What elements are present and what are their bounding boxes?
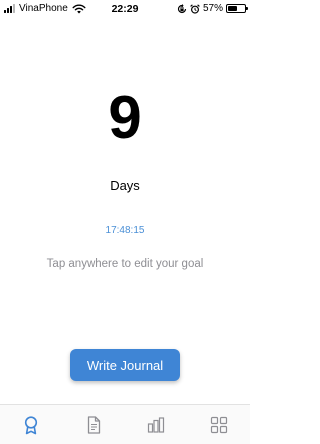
alarm-icon [190, 3, 200, 14]
tab-more[interactable] [188, 405, 251, 444]
tab-stats[interactable] [125, 405, 188, 444]
streak-count: 9 [108, 84, 142, 151]
status-bar-right: 57% [177, 3, 248, 14]
rotation-lock-icon [177, 3, 187, 13]
edit-goal-hint: Tap anywhere to edit your goal [46, 258, 204, 270]
battery-icon [226, 4, 248, 13]
status-bar: VinaPhone 22:29 57% [0, 0, 250, 18]
grid-icon [210, 416, 227, 433]
bar-chart-icon [148, 416, 165, 433]
tab-badge[interactable] [0, 405, 63, 444]
document-icon [87, 415, 100, 434]
streak-unit: Days [110, 178, 140, 193]
app-screen: VinaPhone 22:29 57% 9 Days 17:48:15 Tap … [0, 0, 250, 444]
battery-percent: 57% [202, 3, 223, 14]
streak-area[interactable]: 9 Days 17:48:15 Tap anywhere to edit you… [0, 18, 250, 404]
tab-journal[interactable] [63, 405, 126, 444]
write-journal-button[interactable]: Write Journal [70, 349, 180, 381]
streak-timer: 17:48:15 [105, 225, 145, 236]
badge-icon [25, 415, 38, 434]
tab-bar [0, 404, 250, 444]
battery-fill [228, 6, 238, 11]
